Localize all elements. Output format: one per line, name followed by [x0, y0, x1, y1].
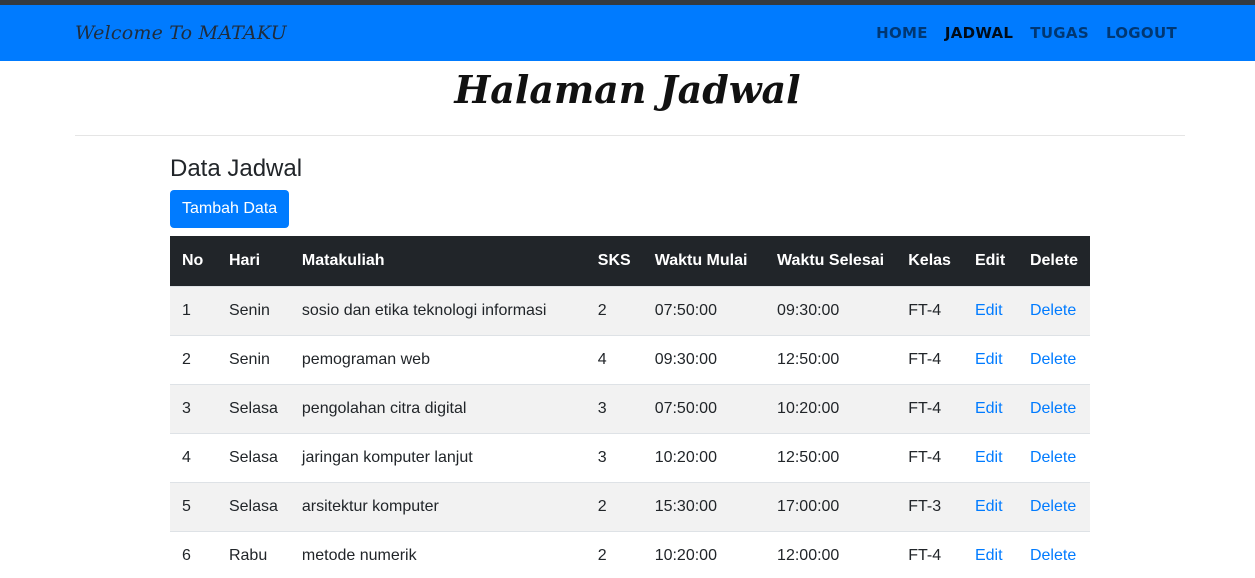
cell-no: 3: [170, 383, 217, 433]
header-waktu-selesai: Waktu Selesai: [777, 251, 885, 269]
cell-matakuliah: sosio dan etika teknologi informasi: [289, 285, 586, 335]
nav-logout-link[interactable]: LOGOUT: [1106, 24, 1177, 42]
delete-link[interactable]: Delete: [1017, 481, 1090, 531]
edit-link[interactable]: Edit: [962, 334, 1018, 384]
navbar: Welcome To MATAKU HOME JADWAL TUGAS LOGO…: [0, 5, 1255, 61]
cell-kelas: FT-4: [896, 530, 963, 578]
edit-link[interactable]: Edit: [962, 432, 1018, 482]
header-waktu-mulai: Waktu Mulai: [654, 251, 748, 269]
cell-no: 4: [170, 432, 217, 482]
delete-link[interactable]: Delete: [1017, 383, 1090, 433]
cell-waktu-mulai: 15:30:00: [642, 481, 766, 531]
delete-link[interactable]: Delete: [1017, 285, 1090, 335]
cell-hari: Selasa: [216, 481, 290, 531]
cell-waktu-selesai: 12:50:00: [765, 334, 897, 384]
cell-matakuliah: pemograman web: [289, 334, 586, 384]
nav-links: HOME JADWAL TUGAS LOGOUT: [876, 24, 1177, 42]
add-data-button[interactable]: Tambah Data: [170, 190, 290, 228]
cell-waktu-mulai: 09:30:00: [642, 334, 766, 384]
cell-sks: 2: [585, 285, 643, 335]
nav-jadwal-link[interactable]: JADWAL: [945, 24, 1013, 42]
table-header-row: No Hari Matakuliah SKS Waktu Mulai Waktu…: [170, 236, 1090, 286]
table-row: 6 Rabu metode numerik 2 10:20:00 12:00:0…: [170, 530, 1090, 578]
cell-waktu-selesai: 12:00:00: [765, 530, 897, 578]
delete-link[interactable]: Delete: [1017, 334, 1090, 384]
header-kelas: Kelas: [908, 251, 951, 269]
table-row: 2 Senin pemograman web 4 09:30:00 12:50:…: [170, 334, 1090, 384]
cell-matakuliah: jaringan komputer lanjut: [289, 432, 586, 482]
table-row: 1 Senin sosio dan etika teknologi inform…: [170, 285, 1090, 335]
cell-kelas: FT-4: [896, 383, 963, 433]
section-title: Data Jadwal: [170, 155, 303, 182]
cell-sks: 2: [585, 481, 643, 531]
cell-hari: Rabu: [216, 530, 290, 578]
page-title: Halaman Jadwal: [454, 67, 801, 112]
cell-hari: Selasa: [216, 432, 290, 482]
header-matakuliah: Matakuliah: [301, 251, 385, 269]
header-hari: Hari: [228, 251, 261, 269]
table-row: 5 Selasa arsitektur komputer 2 15:30:00 …: [170, 481, 1090, 531]
cell-waktu-selesai: 09:30:00: [765, 285, 897, 335]
divider: [75, 135, 1185, 136]
cell-hari: Senin: [216, 285, 290, 335]
main-content: Data Jadwal Tambah Data No Hari Matakuli…: [0, 155, 1090, 578]
header-no: No: [182, 251, 204, 269]
delete-link[interactable]: Delete: [1017, 530, 1090, 578]
cell-waktu-mulai: 10:20:00: [642, 530, 766, 578]
table-row: 4 Selasa jaringan komputer lanjut 3 10:2…: [170, 432, 1090, 482]
cell-matakuliah: arsitektur komputer: [289, 481, 586, 531]
cell-sks: 2: [585, 530, 643, 578]
cell-waktu-mulai: 07:50:00: [642, 285, 766, 335]
nav-home-link[interactable]: HOME: [876, 24, 928, 42]
cell-sks: 3: [585, 432, 643, 482]
cell-no: 6: [170, 530, 217, 578]
header-delete: Delete: [1029, 251, 1078, 269]
delete-link[interactable]: Delete: [1017, 432, 1090, 482]
cell-waktu-selesai: 12:50:00: [765, 432, 897, 482]
header-edit: Edit: [974, 251, 1006, 269]
cell-matakuliah: metode numerik: [289, 530, 586, 578]
cell-kelas: FT-3: [896, 481, 963, 531]
cell-hari: Selasa: [216, 383, 290, 433]
edit-link[interactable]: Edit: [962, 285, 1018, 335]
cell-no: 2: [170, 334, 217, 384]
cell-no: 1: [170, 285, 217, 335]
schedule-table: No Hari Matakuliah SKS Waktu Mulai Waktu…: [170, 236, 1090, 578]
table-row: 3 Selasa pengolahan citra digital 3 07:5…: [170, 383, 1090, 433]
cell-kelas: FT-4: [896, 285, 963, 335]
edit-link[interactable]: Edit: [962, 481, 1018, 531]
cell-matakuliah: pengolahan citra digital: [289, 383, 586, 433]
cell-kelas: FT-4: [896, 432, 963, 482]
header-sks: SKS: [597, 251, 631, 269]
cell-kelas: FT-4: [896, 334, 963, 384]
cell-waktu-mulai: 07:50:00: [642, 383, 766, 433]
cell-sks: 4: [585, 334, 643, 384]
cell-no: 5: [170, 481, 217, 531]
cell-waktu-mulai: 10:20:00: [642, 432, 766, 482]
edit-link[interactable]: Edit: [962, 530, 1018, 578]
cell-waktu-selesai: 17:00:00: [765, 481, 897, 531]
cell-hari: Senin: [216, 334, 290, 384]
cell-waktu-selesai: 10:20:00: [765, 383, 897, 433]
navbar-brand[interactable]: Welcome To MATAKU: [75, 22, 287, 44]
nav-tugas-link[interactable]: TUGAS: [1030, 24, 1089, 42]
edit-link[interactable]: Edit: [962, 383, 1018, 433]
cell-sks: 3: [585, 383, 643, 433]
